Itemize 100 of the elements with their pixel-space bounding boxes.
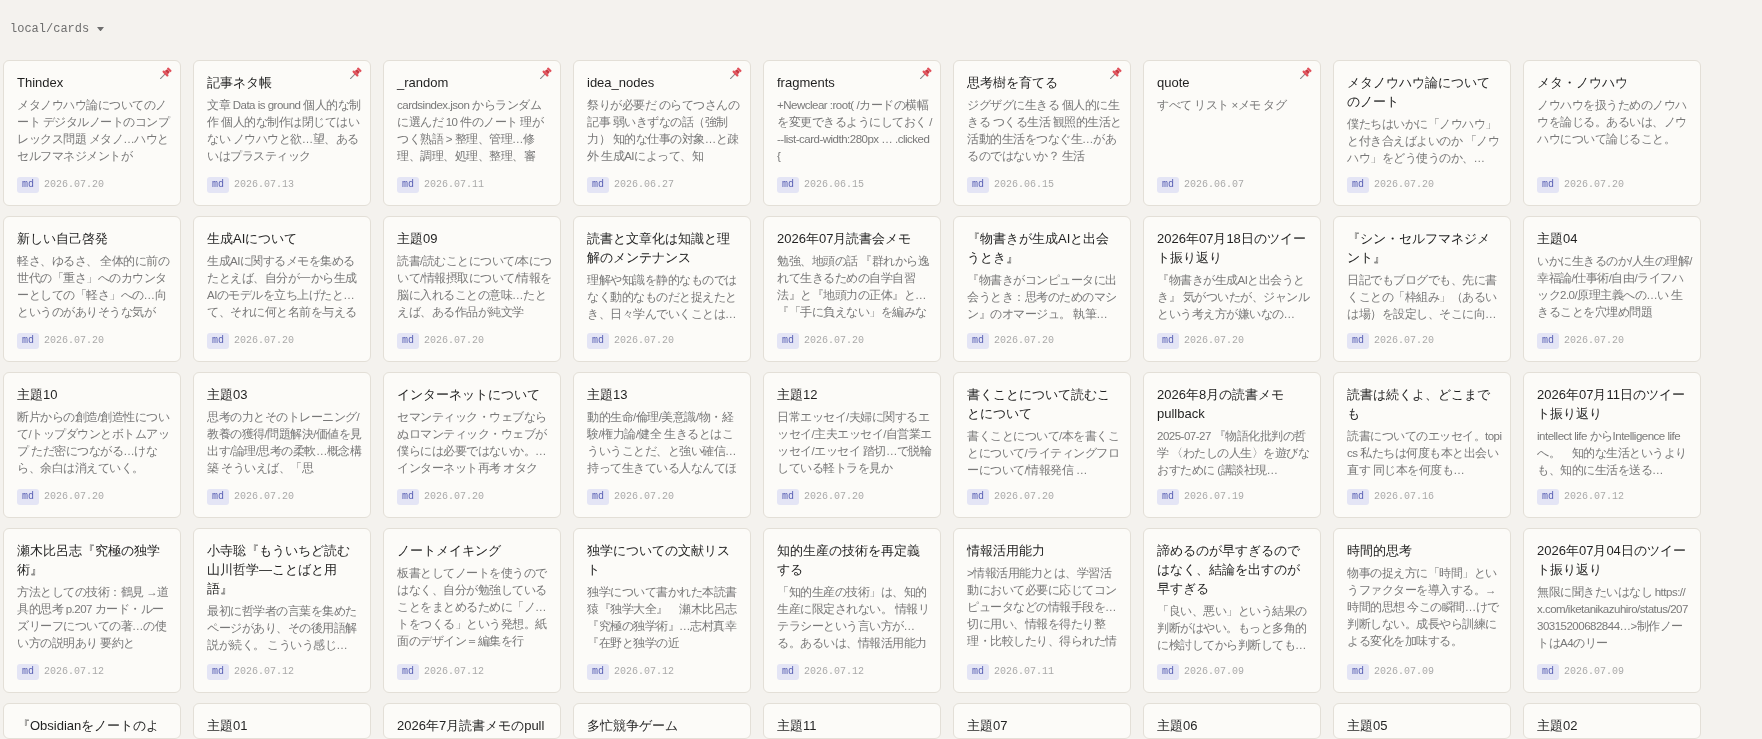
card-date: 2026.07.12	[234, 665, 295, 679]
file-type-badge: md	[777, 489, 799, 505]
file-type-badge: md	[207, 177, 229, 193]
note-card[interactable]: 主題12 日常エッセイ/夫婦に関するエッセイ/主夫エッセイ/自営業エッセイ/エッセイ 踏切…で脱輪している軽トラを見か md 2026.07.20	[763, 372, 941, 518]
card-date: 2026.07.20	[1374, 178, 1435, 192]
card-excerpt: 日記でもブログでも、先に書くことの「枠組み」（あるいは場）を設定し、そこに向…	[1347, 273, 1498, 322]
note-card[interactable]: 『シン・セルフマネジメント』 日記でもブログでも、先に書くことの「枠組み」（あるいは場）を設定し、そこに向… md 2026.07.20	[1333, 216, 1511, 362]
file-type-badge: md	[17, 333, 39, 349]
note-card[interactable]: 生成AIについて 生成AIに関するメモを集めるたとえば、自分が一から生成AIのモデルを立ち上げたと…て、それに何と名前を与える md 2026.07.20	[193, 216, 371, 362]
note-card[interactable]: メタ・ノウハウ ノウハウを扱うためのノウハウを論じる。あるいは、ノウハウについて論じること。 md 2026.07.20	[1523, 60, 1701, 206]
note-card[interactable]: 主題09 読書/読むことについて/本について/情報摂取について/情報を脳に入れることの意味…たとえば、ある作品が純文学 md 2026.07.20	[383, 216, 561, 362]
card-date: 2026.07.11	[994, 665, 1055, 679]
note-card[interactable]: 読書は続くよ、どこまでも 読書についてのエッセイ。topics 私たちは何度も本と出会い直す 同じ本を何度も… md 2026.07.16	[1333, 372, 1511, 518]
note-card[interactable]: 諦めるのが早すぎるのではなく、結論を出すのが早すぎる 「良い、悪い」という結果の判断がはやい。もっと多角的に検討してから判断しても… md 2026.07.09	[1143, 528, 1321, 693]
card-date: 2026.07.20	[424, 490, 485, 504]
card-title: 主題04	[1537, 230, 1579, 248]
note-card[interactable]: 2026年07月11日のツイート振り返り intellect life からIntelligence lifeへ。 知的な生活というよりも、知的に生活を送る… md 2026.07.12	[1523, 372, 1701, 518]
note-card[interactable]: Thindex メタノウハウ論についてのノート デジタルノートのコンプレックス問題 メタノ…ハウとセルフマネジメントが md 2026.07.20	[3, 60, 181, 206]
note-card[interactable]: 記事ネタ帳 文章 Data is ground 個人的な制作 個人的な制作は閉じてはいない ノウハウと欲…望、あるいはプラスティック md 2026.07.13	[193, 60, 371, 206]
card-title: 主題01	[207, 717, 249, 735]
card-title: 独学についての文献リスト	[587, 542, 731, 579]
card-date: 2026.07.12	[44, 665, 105, 679]
note-card[interactable]: 2026年07月読書会メモ 勉強、地頭の話 『群れから逸れて生きるための自学自習法』と『地頭力の正体』と…『「手に負えない」を編みな md 2026.07.20	[763, 216, 941, 362]
card-excerpt: 読書についてのエッセイ。topics 私たちは何度も本と出会い直す 同じ本を何度も…	[1347, 429, 1502, 478]
note-card[interactable]: 主題07	[953, 703, 1131, 739]
card-date: 2026.07.12	[804, 665, 865, 679]
note-card[interactable]: ノートメイキング 板書としてノートを使うのではなく、自分が勉強していることをまとめるために「ノ…トをつくる」という発想。紙面のデザイン＝編集を行 md 2026.07.12	[383, 528, 561, 693]
note-card[interactable]: 小寺聡『もういちど読む山川哲学―ことばと用語』 最初に哲学者の言葉を集めたページがあり、その後用語解説が続く。 こういう感じ… md 2026.07.12	[193, 528, 371, 693]
card-title: 主題03	[207, 386, 249, 404]
note-card[interactable]: 『Obsidianをノートのよ	[3, 703, 181, 739]
card-title: _random	[397, 74, 450, 92]
card-excerpt: 日常エッセイ/夫婦に関するエッセイ/主夫エッセイ/自営業エッセイ/エッセイ 踏切…で脱輪している軽トラを見か	[777, 410, 932, 476]
card-title: 知的生産の技術を再定義する	[777, 542, 921, 579]
card-date: 2026.06.27	[614, 178, 675, 192]
card-date: 2026.07.20	[1564, 178, 1625, 192]
file-type-badge: md	[17, 664, 39, 680]
file-type-badge: md	[1157, 333, 1179, 349]
card-date: 2026.07.09	[1184, 665, 1245, 679]
file-type-badge: md	[207, 489, 229, 505]
card-excerpt: 物事の捉え方に「時間」というファクターを導入する。→時間的思想 今この瞬間…けで判断しない。成長やら訓練による変化を加味する。	[1347, 566, 1500, 649]
note-card[interactable]: 主題13 動的生命/倫理/美意識/物・経験/権力論/健全 生きるとはこういうことだ、と強い確信…持って生きている人なんてほ md 2026.07.20	[573, 372, 751, 518]
card-title: 諦めるのが早すぎるのではなく、結論を出すのが早すぎる	[1157, 542, 1301, 598]
note-card[interactable]: 主題10 断片からの創造/創造性について/トップダウンとボトムアップ ただ密につながる…けなら、余白は消えていく。 md 2026.07.20	[3, 372, 181, 518]
note-card[interactable]: fragments +Newclear :root( /カードの横幅を変更できるようにしておく / --list-card-width:280px … .clicked { md 2026.06.15	[763, 60, 941, 206]
note-card[interactable]: idea_nodes 祭りが必要だ のらてつさんの記事 弱いきずなの話（強制力） 知的な仕事の対象…と疎外 生成AIによって、知 md 2026.06.27	[573, 60, 751, 206]
card-title: 『Obsidianをノートのよ	[17, 717, 161, 735]
note-card[interactable]: 思考樹を育てる ジグザグに生きる 個人的に生きる つくる生活 観照的生活と活動的生活をつなぐ生…があるのではないか？ 生活 md 2026.06.15	[953, 60, 1131, 206]
note-card[interactable]: quote すべて リスト ×メモ タグ md 2026.06.07	[1143, 60, 1321, 206]
note-card[interactable]: 2026年07月18日のツイート振り返り 『物書きが生成AIと出会うとき』 気がついたが、ジャンルという考え方が嫌いなの… md 2026.07.20	[1143, 216, 1321, 362]
note-card[interactable]: 主題04 いかに生きるのか/人生の理解/幸福論/仕事術/自由/ライフハック2.0/原理主義への…い 生きることを穴埋め問題 md 2026.07.20	[1523, 216, 1701, 362]
file-type-badge: md	[1537, 489, 1559, 505]
card-title: 瀬木比呂志『究極の独学術』	[17, 542, 161, 579]
file-type-badge: md	[397, 177, 419, 193]
card-title: quote	[1157, 74, 1191, 92]
card-title: 2026年8月の読書メモpullback	[1157, 386, 1286, 423]
note-card[interactable]: 主題03 思考の力とそのトレーニング/教養の獲得/問題解決/価値を見出す/論理/思考の柔軟…概念構築 そういえば、「思 md 2026.07.20	[193, 372, 371, 518]
card-date: 2026.07.20	[804, 334, 865, 348]
card-title: 主題12	[777, 386, 819, 404]
note-card[interactable]: 書くことについて読むことについて 書くことについて/本を書くことについて/ライティングフローについて/情報発信 … md 2026.07.20	[953, 372, 1131, 518]
card-date: 2026.06.07	[1184, 178, 1245, 192]
file-type-badge: md	[1347, 664, 1369, 680]
note-card[interactable]: 主題05	[1333, 703, 1511, 739]
note-card[interactable]: 瀬木比呂志『究極の独学術』 方法としての技術：鶴見 →道具的思考 p.207 カード・ルーズリーフについての著…の使い方の説明あり 要約と md 2026.07.12	[3, 528, 181, 693]
file-type-badge: md	[1537, 177, 1559, 193]
note-card[interactable]: 独学についての文献リスト 独学について書かれた本読書猿『独学大全』 瀬木比呂志『究極の独学術』…志村真幸『在野と独学の近 md 2026.07.12	[573, 528, 751, 693]
note-card[interactable]: 主題02	[1523, 703, 1701, 739]
folder-dropdown[interactable]: local/cards	[10, 21, 105, 37]
card-excerpt: 「知的生産の技術」は、知的生産に限定されない。 情報リテラシーという言い方が…る。あるいは、情報活用能力	[777, 585, 931, 651]
note-card[interactable]: 多忙競争ゲーム	[573, 703, 751, 739]
note-card[interactable]: 新しい自己啓発 軽さ、ゆるさ、 全体的に前の世代の「重さ」へのカウンターとしての「軽さ」への…向というのがありそうな気が md 2026.07.20	[3, 216, 181, 362]
note-card[interactable]: 主題01	[193, 703, 371, 739]
note-card[interactable]: 2026年07月04日のツイート振り返り 無限に聞きたいはなし https://x.com/iketanikazuhiro/status/20730315200682844…>制作ノートはA4のリー md 2026.07.09	[1523, 528, 1701, 693]
file-type-badge: md	[1537, 333, 1559, 349]
file-type-badge: md	[1347, 333, 1369, 349]
card-date: 2026.07.20	[44, 490, 105, 504]
note-card[interactable]: 2026年8月の読書メモpullback 2025-07-27 『物語化批判の哲学 〈わたしの人生〉を遊びなおすために (講談社現… md 2026.07.19	[1143, 372, 1321, 518]
card-excerpt: 最初に哲学者の言葉を集めたページがあり、その後用語解説が続く。 こういう感じ…	[207, 604, 358, 653]
note-card[interactable]: 知的生産の技術を再定義する 「知的生産の技術」は、知的生産に限定されない。 情報リテラシーという言い方が…る。あるいは、情報活用能力 md 2026.07.12	[763, 528, 941, 693]
file-type-badge: md	[587, 333, 609, 349]
note-card[interactable]: 情報活用能力 >情報活用能力とは、学習活動において必要に応じてコンピュータなどの情報手段を…切に用い、情報を得たり整理・比較したり、得られた情 md 2026.07.11	[953, 528, 1131, 693]
note-card[interactable]: 『物書きが生成AIと出会うとき』 『物書きがコンピュータに出会うとき：思考のためのマシン』のオマージュ。 執筆… md 2026.07.20	[953, 216, 1131, 362]
card-excerpt: 生成AIに関するメモを集めるたとえば、自分が一から生成AIのモデルを立ち上げたと…て、それに何と名前を与える	[207, 254, 358, 320]
note-card[interactable]: _random cardsindex.json からランダムに選んだ 10 件のノート 理がつく熟語 > 整理、管理…修理、調理、処理、整理、審 md 2026.07.11	[383, 60, 561, 206]
note-card[interactable]: 主題06	[1143, 703, 1321, 739]
card-date: 2026.07.12	[614, 665, 675, 679]
card-title: 主題13	[587, 386, 629, 404]
card-excerpt: 方法としての技術：鶴見 →道具的思考 p.207 カード・ルーズリーフについての著…の使い方の説明あり 要約と	[17, 585, 170, 651]
note-card[interactable]: 2026年7月読書メモのpull	[383, 703, 561, 739]
note-card[interactable]: 時間的思考 物事の捉え方に「時間」というファクターを導入する。→時間的思想 今この瞬間…けで判断しない。成長やら訓練による変化を加味する。 md 2026.07.09	[1333, 528, 1511, 693]
card-excerpt: cardsindex.json からランダムに選んだ 10 件のノート 理がつく熟語 > 整理、管理…修理、調理、処理、整理、審	[397, 98, 545, 164]
card-title: 主題09	[397, 230, 439, 248]
card-date: 2026.07.16	[1374, 490, 1435, 504]
note-card[interactable]: 読書と文章化は知識と理解のメンテナンス 理解や知識を静的なものではなく動的なものだと捉えたとき、日々学んでいくことは… md 2026.07.20	[573, 216, 751, 362]
note-card[interactable]: 主題11	[763, 703, 941, 739]
card-date: 2026.07.20	[804, 490, 865, 504]
card-excerpt: 文章 Data is ground 個人的な制作 個人的な制作は閉じてはいない ノウハウと欲…望、あるいはプラスティック	[207, 98, 362, 164]
note-card[interactable]: インターネットについて セマンティック・ウェブならぬロマンティック・ウェブが僕らには必要ではないか。…インターネット再考 オタク md 2026.07.20	[383, 372, 561, 518]
card-title: 『シン・セルフマネジメント』	[1347, 230, 1491, 267]
card-excerpt: 動的生命/倫理/美意識/物・経験/権力論/健全 生きるとはこういうことだ、と強い確信…持って生きている人なんてほ	[587, 410, 738, 477]
note-card[interactable]: メタノウハウ論についてのノート 僕たちはいかに「ノウハウ」と付き合えばよいのか 「ノウハウ」をどう使うのか、… md 2026.07.20	[1333, 60, 1511, 206]
